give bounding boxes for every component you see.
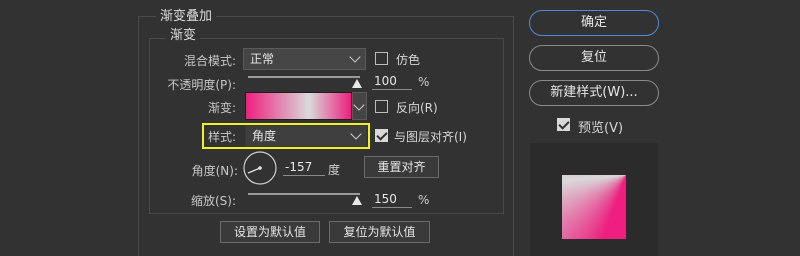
- angle-input[interactable]: -157: [283, 160, 325, 176]
- preview-swatch: [562, 175, 626, 239]
- opacity-label: 不透明度(P):: [167, 78, 236, 92]
- preview-label: 预览(V): [578, 121, 624, 136]
- chevron-down-icon: [349, 51, 361, 63]
- gradient-label: 渐变:: [207, 101, 236, 115]
- scale-label: 缩放(S):: [190, 194, 236, 208]
- reverse-label: 反向(R): [396, 101, 438, 115]
- preview-checkbox[interactable]: [557, 118, 570, 131]
- gradient-picker[interactable]: [245, 92, 352, 120]
- group-title: 渐变: [166, 24, 201, 43]
- scale-slider-track[interactable]: [248, 193, 360, 195]
- scale-unit: %: [418, 193, 430, 207]
- opacity-slider-track[interactable]: [248, 76, 360, 78]
- reset-default-button[interactable]: 复位为默认值: [329, 221, 430, 243]
- new-style-button[interactable]: 新建样式(W)...: [529, 80, 659, 106]
- opacity-slider-thumb[interactable]: [352, 79, 362, 88]
- angle-dial-icon[interactable]: [243, 151, 277, 185]
- style-label: 样式:: [208, 130, 237, 144]
- dither-checkbox[interactable]: [375, 52, 388, 65]
- chevron-down-icon: [350, 128, 362, 140]
- opacity-input[interactable]: 100: [372, 74, 412, 90]
- blend-mode-label: 混合模式:: [183, 54, 236, 68]
- opacity-unit: %: [418, 75, 430, 89]
- angle-unit: 度: [328, 163, 341, 177]
- panel-title: 渐变叠加: [156, 5, 217, 24]
- dither-label: 仿色: [396, 53, 421, 67]
- align-layer-checkbox[interactable]: [375, 129, 388, 142]
- preview-area: [530, 143, 658, 256]
- angle-label: 角度(N):: [191, 164, 238, 178]
- scale-input[interactable]: 150: [372, 192, 412, 208]
- reset-button[interactable]: 复位: [529, 45, 659, 71]
- ok-button[interactable]: 确定: [529, 10, 659, 36]
- reverse-checkbox[interactable]: [375, 100, 388, 113]
- align-layer-label: 与图层对齐(I): [394, 130, 467, 144]
- set-default-button[interactable]: 设置为默认值: [220, 221, 320, 243]
- reset-alignment-button[interactable]: 重置对齐: [364, 156, 439, 178]
- style-value: 角度: [252, 129, 277, 143]
- chevron-down-icon: [353, 99, 365, 111]
- gradient-dropdown-toggle[interactable]: [352, 92, 367, 120]
- blend-mode-value: 正常: [250, 52, 275, 66]
- blend-mode-dropdown[interactable]: 正常: [243, 48, 366, 70]
- style-dropdown[interactable]: 角度: [245, 125, 367, 147]
- scale-slider-thumb[interactable]: [352, 196, 362, 205]
